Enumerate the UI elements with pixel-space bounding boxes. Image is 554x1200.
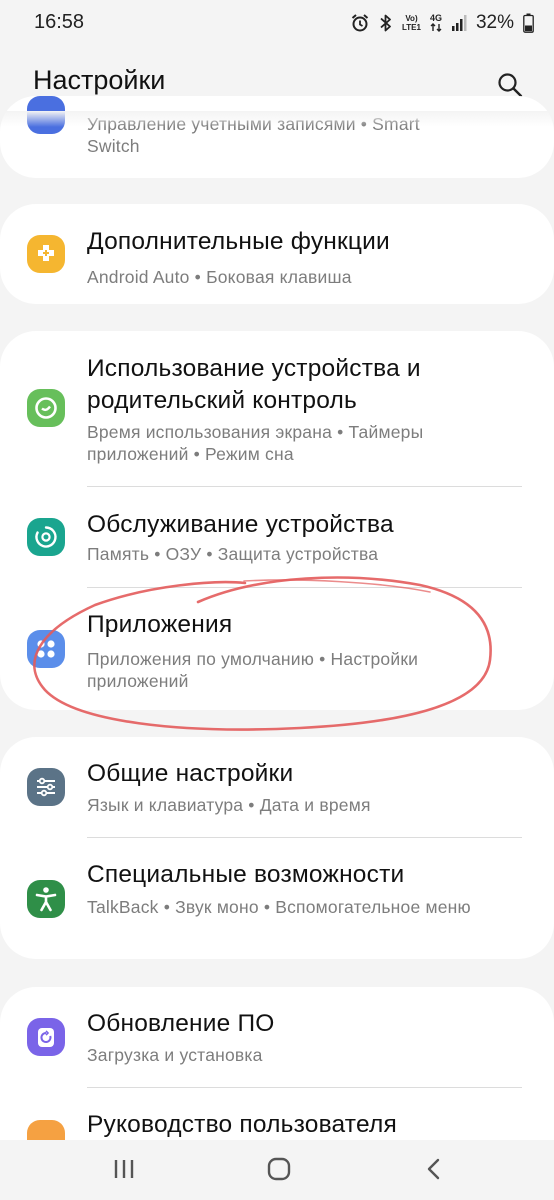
device-care-subtitle: Память • ОЗУ • Защита устройства — [87, 544, 379, 564]
settings-card-device: Использование устройства и родительский … — [0, 331, 554, 710]
settings-item-software-update[interactable]: Обновление ПО Загрузка и установка — [0, 987, 554, 1087]
battery-percent: 32% — [475, 12, 514, 33]
settings-item-accounts[interactable]: Управление учетными записями • Smart Swi… — [0, 96, 554, 178]
battery-icon — [523, 13, 534, 33]
apps-icon — [27, 630, 65, 668]
back-button[interactable] — [414, 1154, 454, 1184]
settings-item-general-management[interactable]: Общие настройки Язык и клавиатура • Дата… — [0, 737, 554, 837]
settings-item-advanced-features[interactable]: Дополнительные функции Android Auto • Бо… — [0, 204, 554, 304]
accounts-subtitle-line2: Switch — [87, 136, 140, 156]
recent-apps-icon — [114, 1160, 134, 1178]
device-care-icon — [27, 518, 65, 556]
accessibility-subtitle: TalkBack • Звук моно • Вспомогательное м… — [87, 897, 471, 917]
clock: 16:58 — [34, 11, 85, 33]
settings-card-accounts: Управление учетными записями • Smart Swi… — [0, 96, 554, 178]
recent-apps-button[interactable] — [104, 1154, 144, 1184]
software-update-icon — [27, 1018, 65, 1056]
status-icons: Vo) LTE1 4G 32% — [350, 10, 534, 36]
accessibility-icon — [27, 880, 65, 918]
settings-card-system: Общие настройки Язык и клавиатура • Дата… — [0, 737, 554, 959]
general-management-title: Общие настройки — [87, 760, 294, 787]
apps-title: Приложения — [87, 611, 233, 638]
scroll-fade — [0, 111, 554, 127]
settings-item-device-care[interactable]: Обслуживание устройства Память • ОЗУ • З… — [0, 487, 554, 587]
volte-icon: Vo) LTE1 — [401, 14, 421, 32]
page-title: Настройки — [33, 65, 166, 95]
back-icon — [427, 1158, 440, 1180]
software-update-subtitle: Загрузка и установка — [87, 1045, 263, 1065]
settings-item-apps[interactable]: Приложения Приложения по умолчанию • Нас… — [0, 588, 554, 710]
home-icon — [267, 1157, 291, 1181]
alarm-icon — [350, 13, 370, 33]
bluetooth-icon — [379, 13, 393, 33]
general-management-subtitle: Язык и клавиатура • Дата и время — [87, 795, 371, 815]
wellbeing-title: Использование устройства и родительский … — [87, 355, 421, 414]
wellbeing-subtitle: Время использования экрана • Таймеры при… — [87, 422, 424, 464]
software-update-title: Обновление ПО — [87, 1010, 275, 1037]
settings-card-advanced: Дополнительные функции Android Auto • Бо… — [0, 204, 554, 304]
search-icon — [498, 73, 523, 98]
apps-subtitle: Приложения по умолчанию • Настройки прил… — [87, 649, 419, 691]
navigation-bar — [0, 1140, 554, 1200]
advanced-features-subtitle: Android Auto • Боковая клавиша — [87, 267, 352, 287]
accessibility-title: Специальные возможности — [87, 861, 405, 888]
puzzle-plus-icon — [27, 235, 65, 273]
status-bar: 16:58 Vo) LTE1 4G 32% — [0, 0, 554, 46]
wellbeing-icon — [27, 389, 65, 427]
settings-item-digital-wellbeing[interactable]: Использование устройства и родительский … — [0, 331, 554, 486]
home-button[interactable] — [259, 1154, 299, 1184]
user-manual-title: Руководство пользователя — [87, 1111, 397, 1138]
signal-icon — [451, 14, 467, 32]
sliders-icon — [27, 768, 65, 806]
device-care-title: Обслуживание устройства — [87, 511, 394, 538]
advanced-features-title: Дополнительные функции — [87, 228, 390, 255]
mobile-data-icon: 4G — [430, 14, 442, 32]
settings-item-accessibility[interactable]: Специальные возможности TalkBack • Звук … — [0, 838, 554, 959]
